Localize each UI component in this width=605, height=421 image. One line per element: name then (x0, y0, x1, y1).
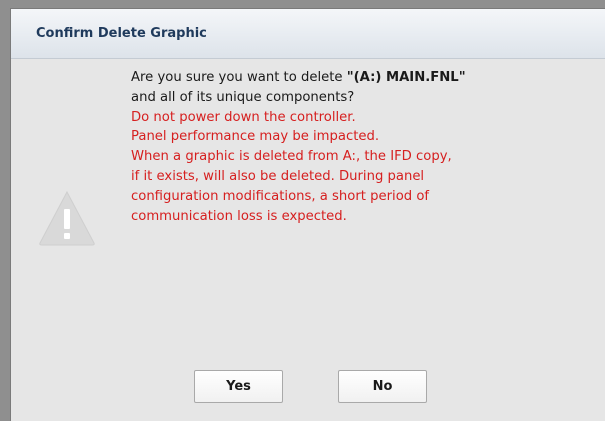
warning-line: communication loss is expected. (131, 208, 347, 224)
warning-line: if it exists, will also be deleted. Duri… (131, 168, 425, 184)
confirm-question-text: Are you sure you want to delete (131, 70, 347, 85)
no-button[interactable]: No (338, 370, 427, 403)
warning-line: configuration modifications, a short per… (131, 188, 430, 204)
confirm-question-line: Are you sure you want to delete "(A:) MA… (131, 68, 601, 88)
confirm-question-continuation: and all of its unique components? (131, 89, 355, 105)
warning-line: When a graphic is deleted from A:, the I… (131, 149, 452, 165)
yes-button[interactable]: Yes (194, 370, 283, 403)
graphic-filename: "(A:) MAIN.FNL" (346, 70, 466, 85)
confirm-delete-dialog: Confirm Delete Graphic Are you sure you … (10, 8, 605, 421)
warning-triangle-icon (39, 190, 95, 246)
dialog-titlebar: Confirm Delete Graphic (11, 9, 605, 59)
dialog-message: Are you sure you want to delete "(A:) MA… (131, 68, 601, 226)
warning-line: Do not power down the controller. (131, 109, 356, 125)
dialog-title: Confirm Delete Graphic (36, 26, 207, 41)
warning-line: Panel performance may be impacted. (131, 129, 380, 145)
